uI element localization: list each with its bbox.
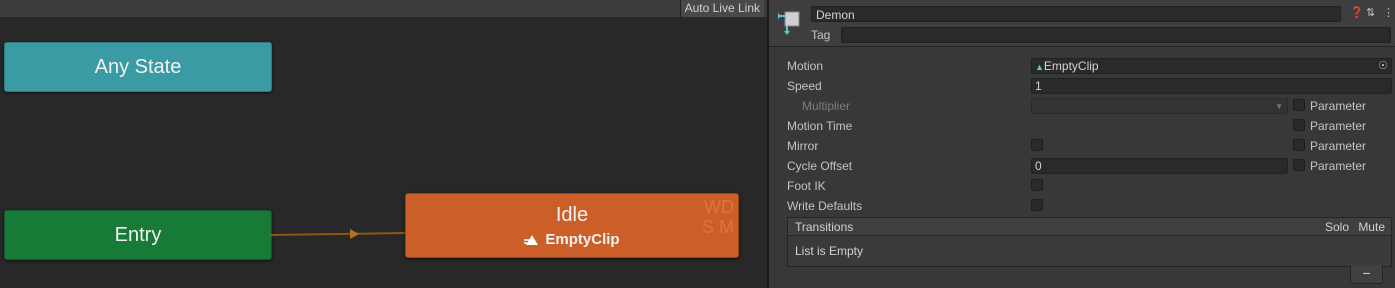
cycle-offset-input[interactable]: 0 bbox=[1031, 158, 1288, 174]
write-defaults-row: Write Defaults bbox=[769, 196, 1395, 216]
write-defaults-checkbox[interactable] bbox=[1031, 199, 1043, 211]
graph-toolbar: Auto Live Link bbox=[0, 0, 767, 17]
any-state-label: Any State bbox=[94, 55, 182, 78]
more-options-icon[interactable]: ⋮ bbox=[1383, 6, 1394, 19]
foot-ik-checkbox[interactable] bbox=[1031, 179, 1043, 191]
speed-row: Speed 1 bbox=[769, 76, 1395, 96]
idle-state-flags: WD S M bbox=[701, 197, 734, 237]
speed-label: Speed bbox=[787, 79, 822, 93]
any-state-node[interactable]: Any State bbox=[4, 42, 272, 92]
cycle-offset-row: Cycle Offset 0 Parameter bbox=[769, 156, 1395, 176]
transitions-header: Transitions Solo Mute bbox=[788, 218, 1391, 236]
multiplier-parameter-checkbox[interactable] bbox=[1293, 99, 1305, 111]
inspector-header: Demon ❓ ⇅ ⋮ Tag bbox=[769, 0, 1395, 47]
animator-graph[interactable]: Auto Live Link Any State Entry WD S M Id… bbox=[0, 0, 767, 288]
write-defaults-label: Write Defaults bbox=[787, 199, 863, 213]
mirror-parameter-label: Parameter bbox=[1310, 139, 1367, 153]
object-picker-icon[interactable]: ☉ bbox=[1378, 59, 1388, 74]
remove-transition-button[interactable]: − bbox=[1350, 265, 1383, 284]
motion-field[interactable]: ▲EmptyClip ☉ bbox=[1031, 58, 1392, 74]
transitions-list: Transitions Solo Mute List is Empty bbox=[787, 217, 1392, 267]
empty-list-message: List is Empty bbox=[795, 244, 864, 258]
mirror-parameter-checkbox[interactable] bbox=[1293, 139, 1305, 151]
idle-clip: EmptyClip bbox=[524, 231, 620, 248]
mirror-row: Mirror Parameter bbox=[769, 136, 1395, 156]
help-icon[interactable]: ❓ bbox=[1350, 6, 1364, 19]
entry-to-idle-transition[interactable] bbox=[270, 224, 406, 244]
motion-time-parameter-label: Parameter bbox=[1310, 119, 1367, 133]
transition-arrow-icon bbox=[350, 229, 359, 239]
speed-input[interactable]: 1 bbox=[1031, 78, 1392, 94]
multiplier-parameter-label: Parameter bbox=[1310, 99, 1367, 113]
motion-time-parameter-checkbox[interactable] bbox=[1293, 119, 1305, 131]
presets-icon[interactable]: ⇅ bbox=[1366, 6, 1375, 19]
entry-label: Entry bbox=[114, 223, 162, 246]
inspector-panel: Demon ❓ ⇅ ⋮ Tag Motion ▲EmptyClip ☉ Spee… bbox=[769, 0, 1395, 288]
transitions-title: Transitions bbox=[795, 220, 854, 234]
foot-ik-row: Foot IK bbox=[769, 176, 1395, 196]
state-name-input[interactable]: Demon bbox=[811, 6, 1341, 22]
tag-input[interactable] bbox=[841, 27, 1391, 43]
multiplier-dropdown[interactable]: ▼ bbox=[1031, 98, 1288, 114]
entry-node[interactable]: Entry bbox=[4, 210, 272, 260]
mute-column-header: Mute bbox=[1358, 220, 1385, 234]
cycle-offset-parameter-checkbox[interactable] bbox=[1293, 159, 1305, 171]
idle-clip-name: EmptyClip bbox=[545, 231, 620, 248]
motion-label: Motion bbox=[787, 59, 824, 73]
cycle-offset-label: Cycle Offset bbox=[787, 159, 853, 173]
multiplier-label: Multiplier bbox=[802, 99, 851, 113]
motion-time-row: Motion Time Parameter bbox=[769, 116, 1395, 136]
motion-row: Motion ▲EmptyClip ☉ bbox=[769, 56, 1395, 76]
auto-live-link-button[interactable]: Auto Live Link bbox=[679, 0, 764, 17]
foot-ik-label: Foot IK bbox=[787, 179, 826, 193]
chevron-down-icon: ▼ bbox=[1275, 102, 1283, 111]
cycle-offset-parameter-label: Parameter bbox=[1310, 159, 1367, 173]
solo-column-header: Solo bbox=[1324, 220, 1349, 234]
idle-title: Idle bbox=[555, 204, 589, 226]
clip-icon: ▲ bbox=[1035, 62, 1044, 72]
mirror-checkbox[interactable] bbox=[1031, 139, 1043, 151]
mirror-label: Mirror bbox=[787, 139, 819, 153]
motion-time-label: Motion Time bbox=[787, 119, 853, 133]
multiplier-row: Multiplier ▼ Parameter bbox=[769, 96, 1395, 116]
animator-state-icon bbox=[778, 11, 800, 35]
tag-label: Tag bbox=[811, 28, 831, 42]
idle-state-node[interactable]: WD S M Idle EmptyClip bbox=[405, 193, 739, 258]
motion-value: EmptyClip bbox=[1043, 59, 1099, 73]
animation-clip-icon bbox=[524, 234, 539, 245]
